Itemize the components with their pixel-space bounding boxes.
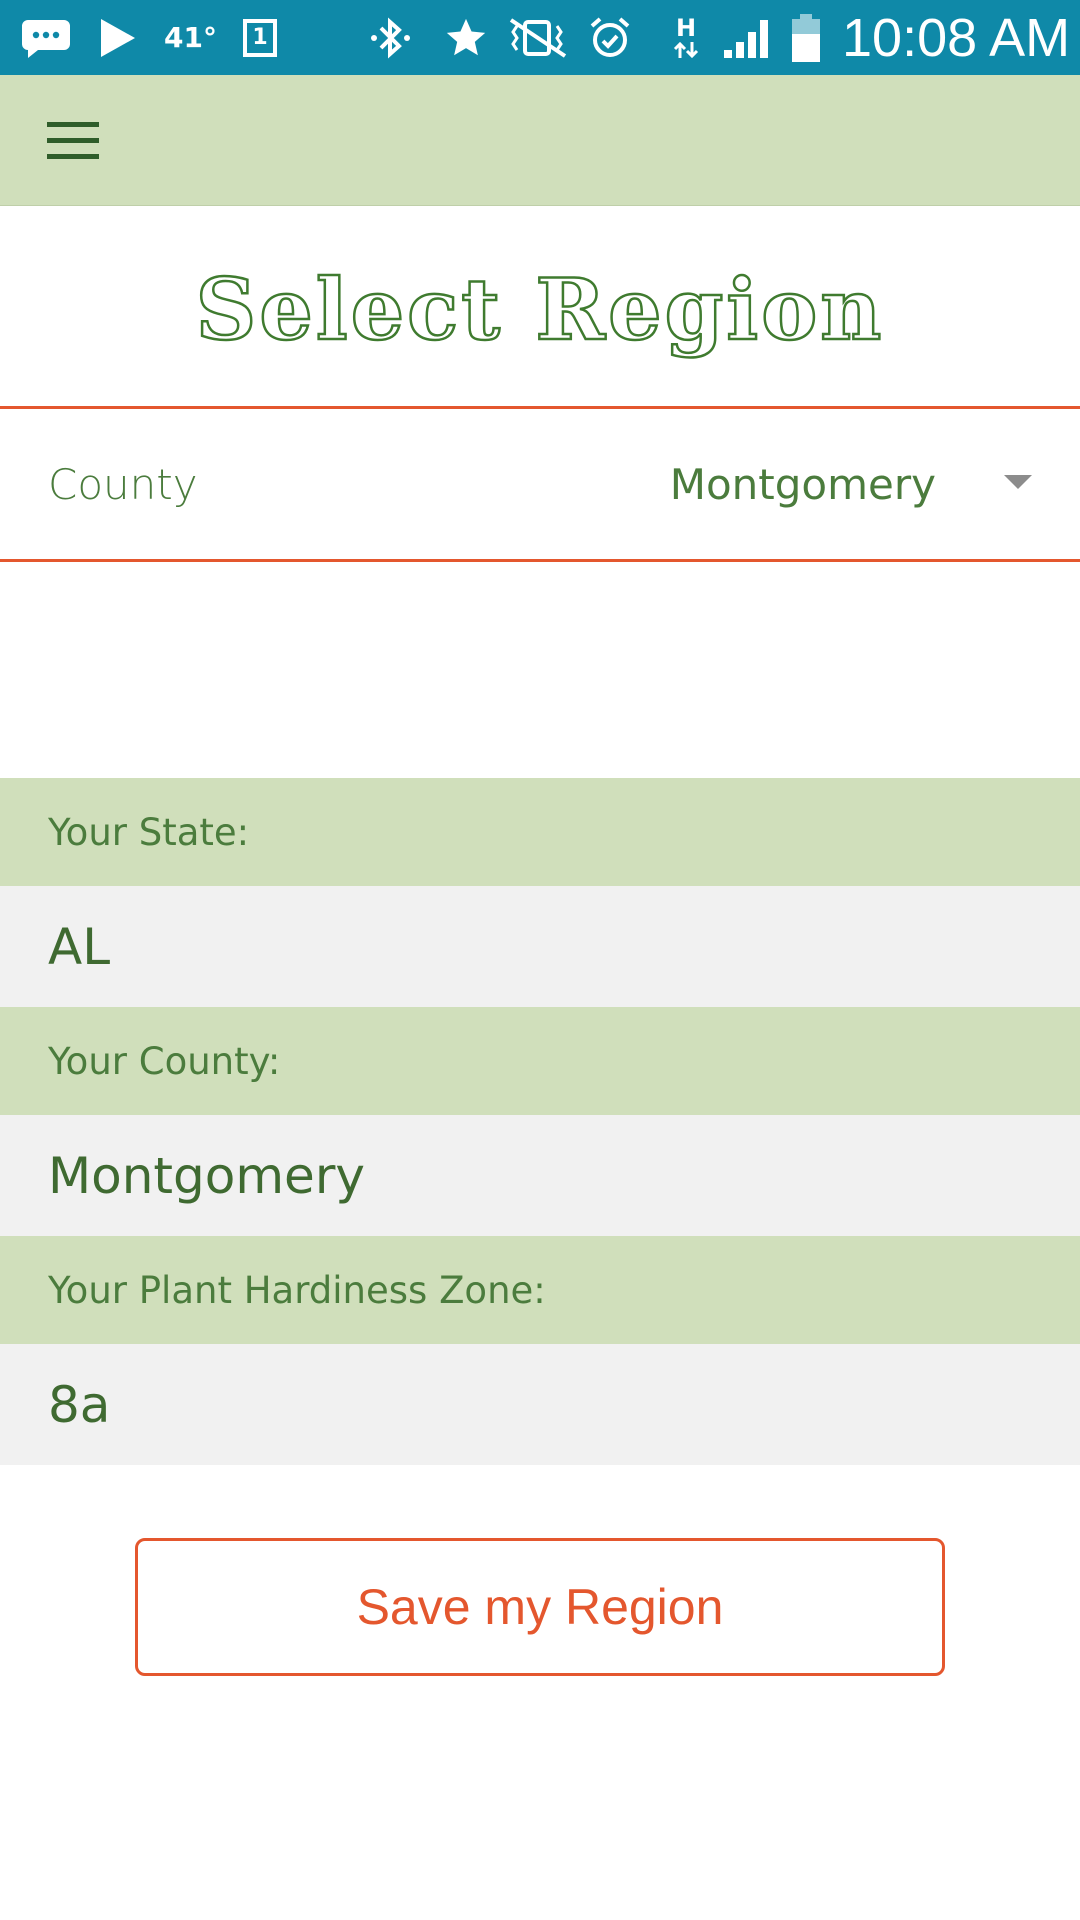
- state-value: AL: [48, 917, 111, 976]
- zone-label-row: Your Plant Hardiness Zone:: [0, 1236, 1080, 1344]
- save-region-button[interactable]: Save my Region: [135, 1538, 945, 1676]
- play-store-icon: [94, 0, 140, 75]
- state-label: Your State:: [48, 810, 250, 854]
- signal-icon: [718, 0, 774, 75]
- temperature: 41°: [164, 21, 217, 54]
- county-value-row: Montgomery: [0, 1115, 1080, 1236]
- county-label-row: Your County:: [0, 1007, 1080, 1115]
- state-value-row: AL: [0, 886, 1080, 1007]
- sim-slot-number: 1: [243, 18, 277, 57]
- network-type: H: [675, 13, 697, 42]
- dropdown-arrow-icon: [1004, 475, 1032, 489]
- county-dropdown[interactable]: Montgomery: [600, 409, 1080, 559]
- data-arrows-icon: H: [666, 0, 706, 75]
- page-title: Select Region: [194, 258, 885, 360]
- county-label: Your County:: [48, 1039, 281, 1083]
- battery-icon: [784, 0, 828, 75]
- alarm-icon: [584, 0, 636, 75]
- title-section: Select Region: [0, 206, 1080, 406]
- county-selector-row: County Montgomery: [0, 406, 1080, 562]
- hardiness-zone-value: 8a: [48, 1375, 111, 1434]
- zone-value-row: 8a: [0, 1344, 1080, 1465]
- hamburger-menu-icon: [47, 122, 99, 159]
- state-label-row: Your State:: [0, 778, 1080, 886]
- calendar-icon: 1: [238, 0, 282, 75]
- hardiness-zone-label: Your Plant Hardiness Zone:: [48, 1268, 546, 1312]
- menu-button[interactable]: [30, 100, 116, 180]
- status-bar: 41° 1 H 10:08 AM: [0, 0, 1080, 75]
- county-selector-label: County: [48, 459, 198, 509]
- county-dropdown-value: Montgomery: [669, 459, 936, 509]
- vibrate-icon: [502, 0, 574, 75]
- app-toolbar: [0, 75, 1080, 206]
- star-icon: [440, 0, 492, 75]
- messages-icon: [18, 0, 74, 75]
- clock: 10:08 AM: [842, 7, 1071, 68]
- bluetooth-icon: [366, 0, 416, 75]
- county-value: Montgomery: [48, 1146, 365, 1205]
